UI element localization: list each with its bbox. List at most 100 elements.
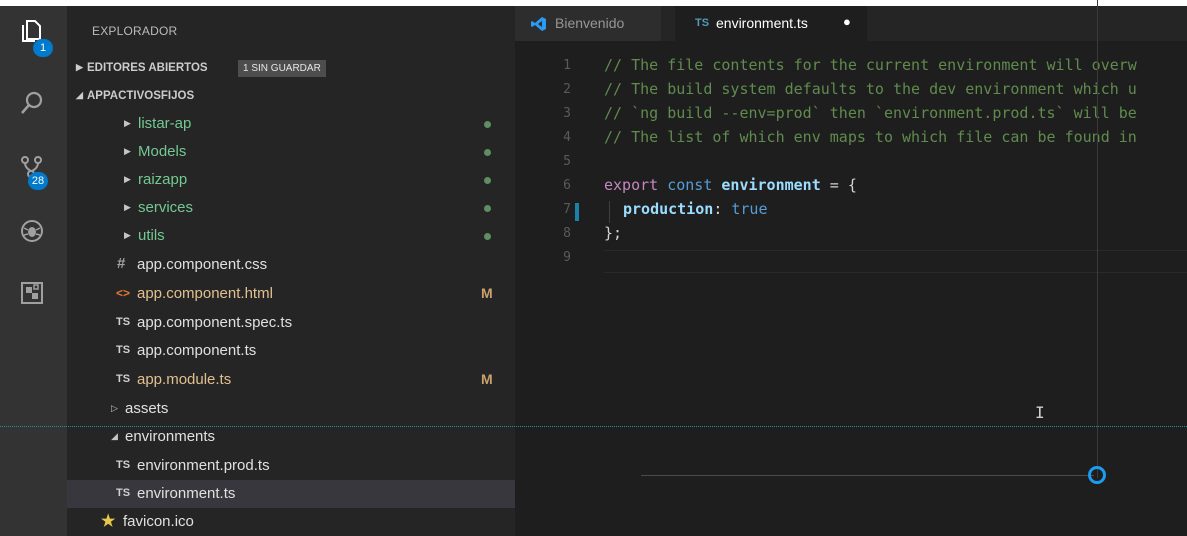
line-number: 1 [563, 58, 571, 73]
tree-item-label: environments [125, 428, 216, 445]
tree-folder-raizapp[interactable]: ▶ raizapp [67, 166, 515, 194]
line-number: 3 [563, 106, 571, 121]
horizontal-drawn-line [641, 475, 1094, 476]
untracked-dot [484, 177, 491, 184]
debug-activity-button[interactable] [0, 206, 67, 256]
tab-bienvenido[interactable]: Bienvenido [515, 6, 661, 41]
explorer-title: EXPLORADOR [92, 24, 178, 38]
extensions-icon [21, 282, 43, 304]
untracked-dot [484, 205, 491, 212]
chevron-right-icon: ▷ [111, 403, 118, 413]
untracked-dot [484, 149, 491, 156]
tree-item-label: services [138, 199, 194, 216]
indent-guide [609, 201, 610, 223]
tree-file-app-component-ts[interactable]: TS app.component.ts [67, 337, 515, 365]
editor-tab-bar: Bienvenido TS environment.ts ● [515, 6, 1187, 41]
project-label: APPACTIVOSFIJOS [87, 90, 195, 102]
tree-file-environment-prod-ts[interactable]: TS environment.prod.ts [67, 452, 515, 480]
tree-item-label: environment.ts [137, 485, 236, 502]
tree-item-label: app.component.html [137, 285, 273, 302]
code-line-3: // `ng build --env=prod` then `environme… [604, 104, 1137, 122]
text-cursor-icon: I [1035, 403, 1045, 422]
extensions-activity-button[interactable] [0, 268, 67, 318]
tree-folder-listar-ap[interactable]: ▶ listar-ap [67, 110, 515, 138]
chevron-right-icon: ▶ [124, 174, 131, 184]
tree-folder-models[interactable]: ▶ Models [67, 138, 515, 166]
tree-folder-environments[interactable]: ◢ environments [67, 423, 515, 451]
search-icon [21, 91, 43, 114]
explorer-badge: 1 [33, 39, 53, 57]
keyword-const: const [667, 176, 713, 194]
modified-line-gutter-marker [575, 203, 579, 221]
open-editors-label: EDITORES ABIERTOS [87, 62, 208, 74]
tree-item-label: app.component.ts [137, 342, 257, 359]
tree-item-label: Models [138, 143, 187, 160]
line-number: 6 [563, 178, 571, 193]
chevron-right-icon: ▶ [124, 202, 131, 212]
tree-file-app-component-spec-ts[interactable]: TS app.component.spec.ts [67, 309, 515, 337]
tree-file-app-component-css[interactable]: # app.component.css [67, 251, 515, 279]
project-section-header[interactable]: ◢ APPACTIVOSFIJOS [67, 86, 515, 108]
untracked-dot [484, 121, 491, 128]
tree-file-environment-ts[interactable]: TS environment.ts [67, 480, 515, 508]
tree-file-app-module-ts[interactable]: TS app.module.ts M [67, 366, 515, 394]
tree-item-label: app.component.spec.ts [137, 314, 293, 331]
line-number: 4 [563, 130, 571, 145]
chevron-down-icon: ◢ [111, 431, 118, 441]
line-number: 5 [563, 154, 571, 169]
tab-label: Bienvenido [555, 15, 625, 31]
code-punctuation: = { [820, 176, 857, 194]
typescript-file-icon: TS [116, 316, 131, 328]
property-production: production [623, 200, 714, 218]
chevron-down-icon: ◢ [76, 90, 83, 100]
css-file-icon: # [117, 255, 126, 272]
keyword-export: export [604, 176, 659, 194]
typescript-file-icon: TS [116, 373, 131, 385]
tab-environment-ts[interactable]: TS environment.ts ● [675, 6, 867, 41]
identifier-environment: environment [721, 176, 821, 194]
chevron-right-icon: ▶ [124, 118, 131, 128]
tree-file-favicon-ico[interactable]: ★ favicon.ico [67, 508, 515, 536]
search-activity-button[interactable] [0, 78, 67, 128]
tree-item-label: favicon.ico [123, 513, 194, 530]
open-editors-section-header[interactable]: ▶ EDITORES ABIERTOS 1 SIN GUARDAR [67, 58, 515, 80]
code-line-8: }; [604, 224, 623, 242]
code-punctuation: : [713, 200, 732, 218]
tree-item-label: raizapp [138, 171, 188, 188]
tree-item-label: utils [138, 227, 165, 244]
chevron-right-icon: ▶ [124, 146, 131, 156]
line-number: 8 [563, 226, 571, 241]
typescript-file-icon: TS [695, 17, 710, 29]
activity-bar: 1 28 [0, 6, 67, 536]
tree-file-app-component-html[interactable]: <> app.component.html M [67, 280, 515, 308]
dotted-horizontal-guide [0, 426, 1187, 427]
tree-item-label: app.module.ts [137, 371, 232, 388]
explorer-activity-button[interactable]: 1 [0, 6, 67, 57]
code-line-2: // The build system defaults to the dev … [604, 80, 1137, 98]
tree-item-label: app.component.css [137, 256, 268, 273]
unsaved-badge: 1 SIN GUARDAR [238, 60, 326, 77]
code-line-4: // The list of which env maps to which f… [604, 128, 1137, 146]
tree-folder-services[interactable]: ▶ services [67, 194, 515, 222]
tree-item-label: listar-ap [138, 115, 192, 132]
line-endpoint-handle[interactable] [1088, 466, 1106, 484]
code-editor[interactable]: 1 2 3 4 5 6 7 8 9 // The file contents f… [515, 41, 1187, 536]
code-line-7: production: true [623, 200, 768, 218]
typescript-file-icon: TS [116, 344, 131, 356]
current-line-highlight [604, 250, 1187, 273]
unsaved-dot-icon[interactable]: ● [843, 14, 851, 29]
vscode-icon [531, 17, 546, 31]
source-control-activity-button[interactable]: 28 [0, 142, 67, 192]
debug-icon [21, 220, 43, 242]
code-line-6: export const environment = { [604, 176, 857, 194]
untracked-dot [484, 233, 491, 240]
tree-folder-utils[interactable]: ▶ utils [67, 222, 515, 250]
chevron-right-icon: ▶ [124, 230, 131, 240]
literal-true: true [731, 200, 768, 218]
tree-item-label: assets [125, 400, 169, 417]
tree-folder-assets[interactable]: ▷ assets [67, 395, 515, 423]
modified-badge: M [481, 285, 493, 301]
html-file-icon: <> [116, 286, 131, 300]
tree-item-label: environment.prod.ts [137, 457, 270, 474]
tab-label: environment.ts [716, 15, 808, 31]
